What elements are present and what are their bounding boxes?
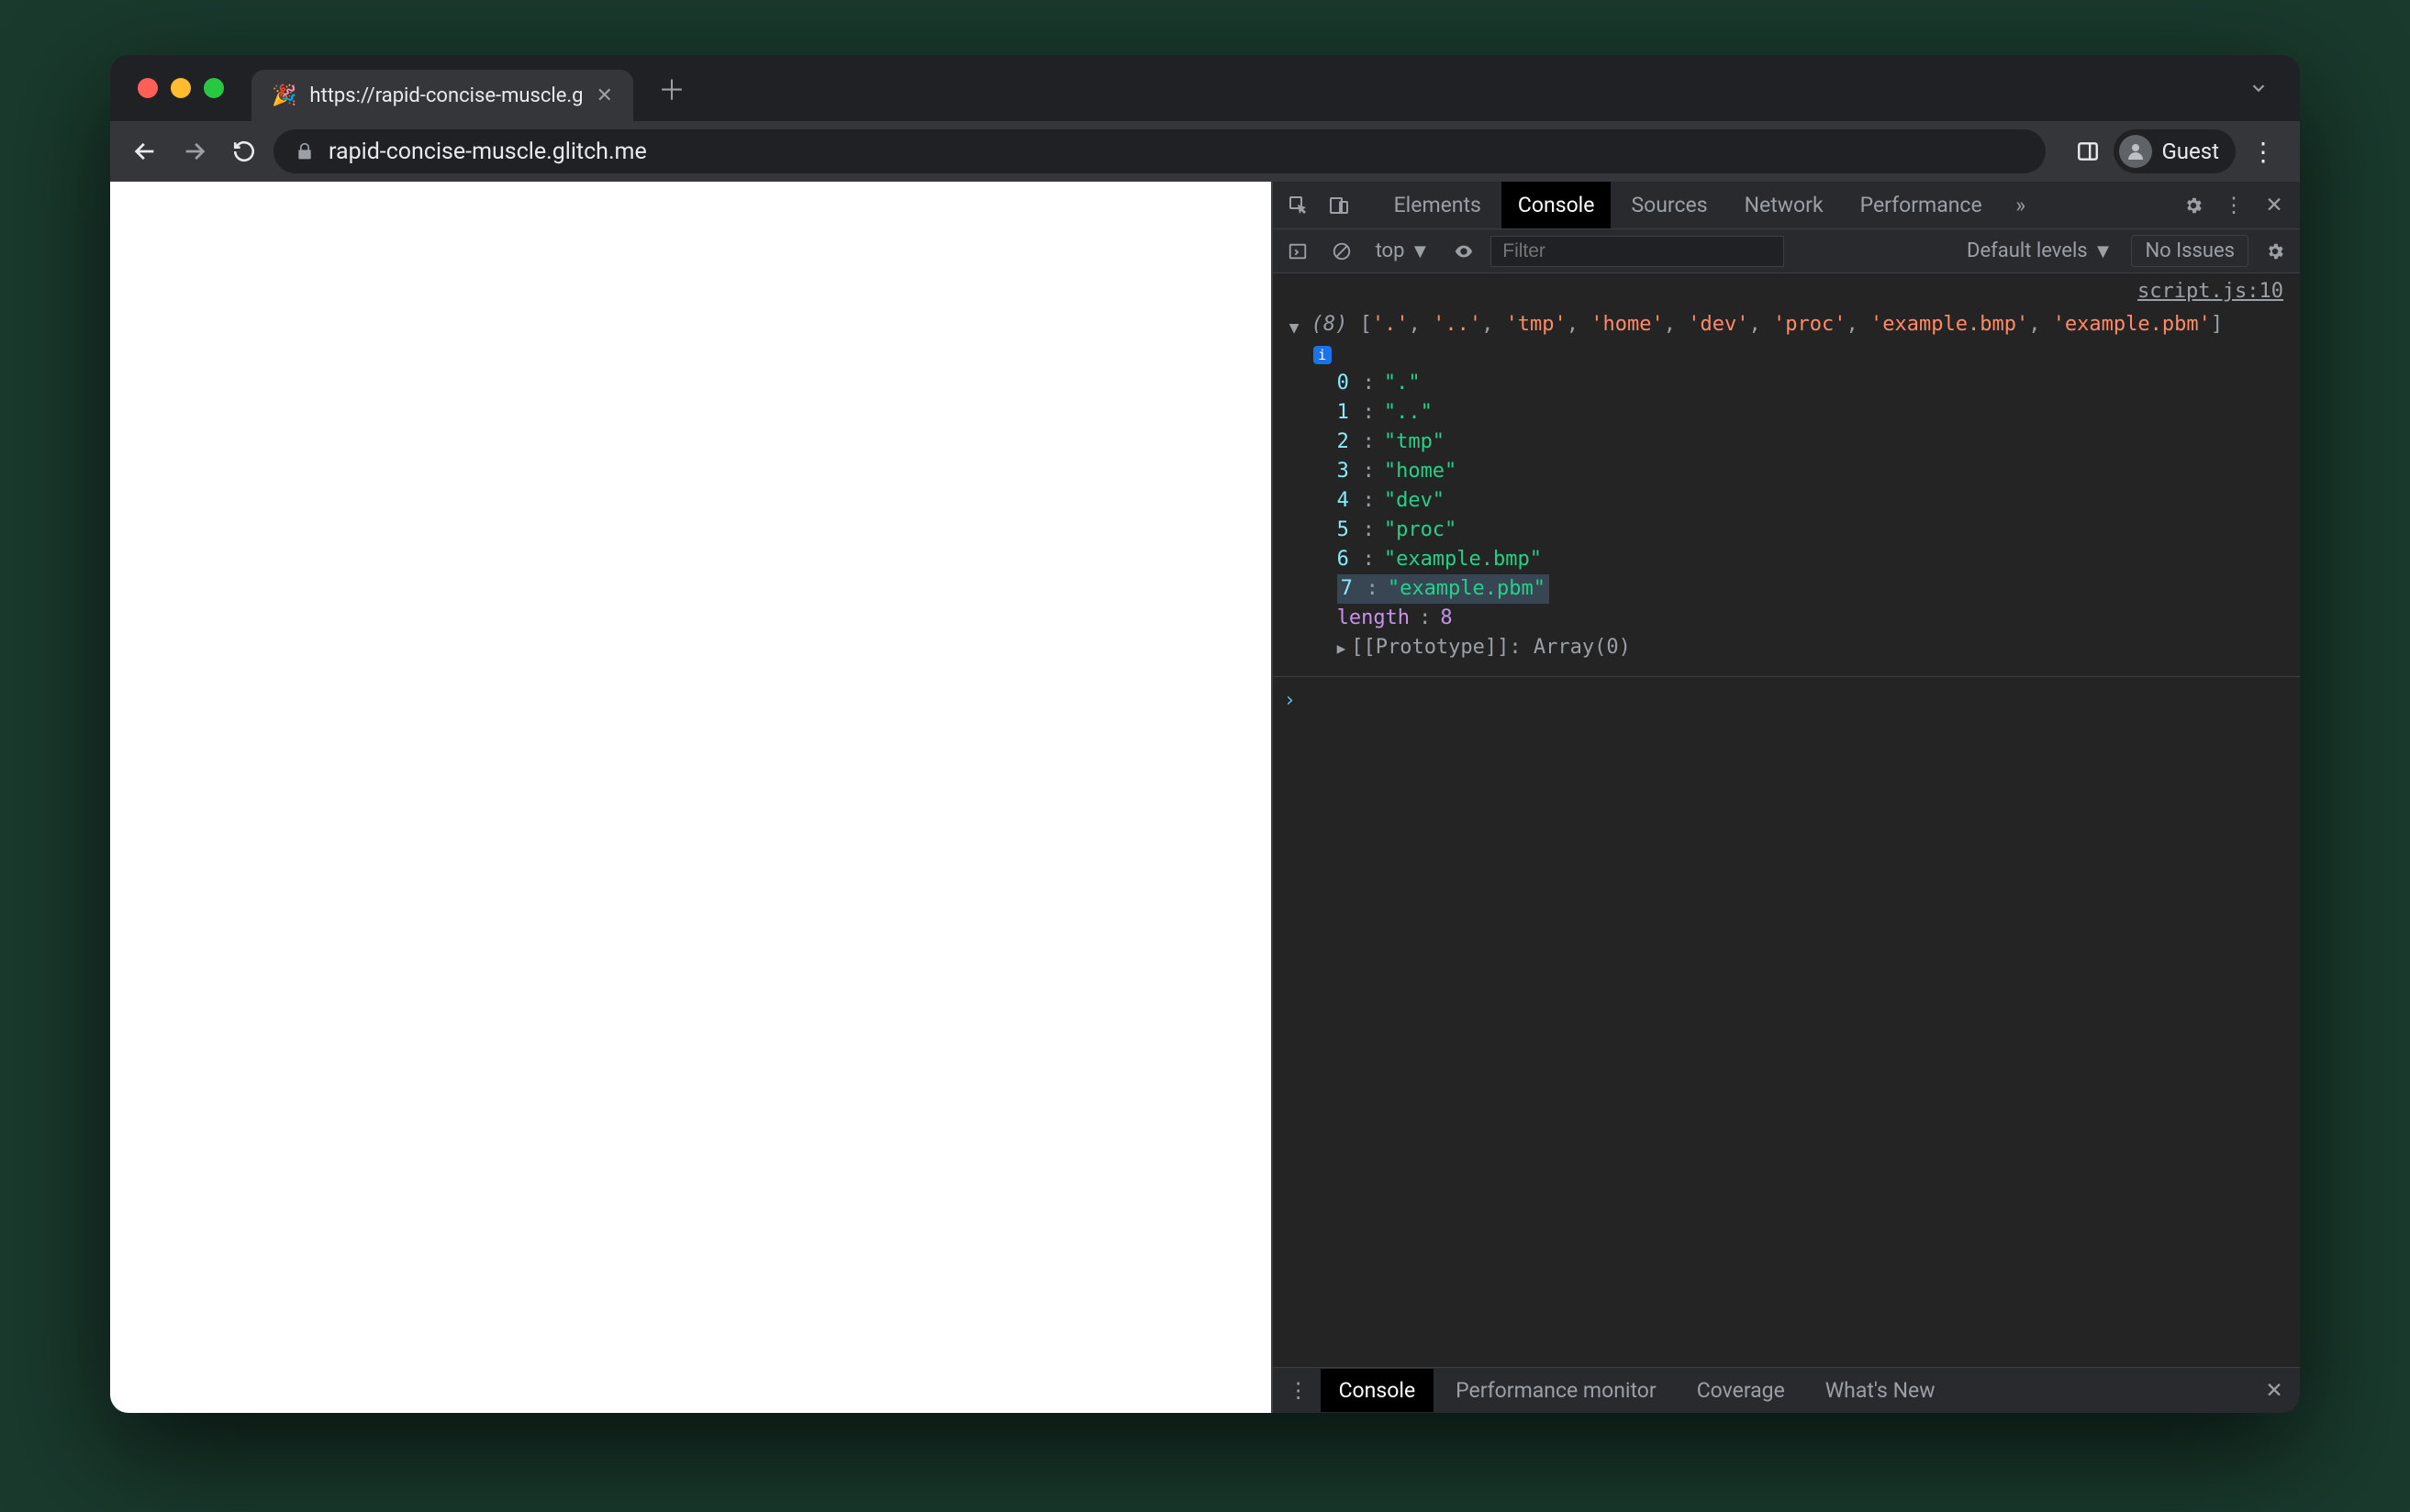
tab-favicon-icon: 🎉: [272, 84, 296, 107]
tab-strip: 🎉 https://rapid-concise-muscle.g ✕ ＋: [110, 55, 2300, 121]
issues-button[interactable]: No Issues: [2131, 235, 2248, 267]
window-controls: [138, 78, 224, 98]
array-entry[interactable]: 7: "example.pbm": [1337, 574, 1549, 604]
console-output[interactable]: script.js:10 ▼ (8) ['.', '..', 'tmp', 'h…: [1273, 273, 2300, 1367]
array-entry[interactable]: 4: "dev": [1337, 486, 2283, 516]
browser-menu-button[interactable]: ⋮: [2241, 137, 2285, 167]
profile-label: Guest: [2161, 139, 2219, 164]
length-key: length: [1337, 604, 1410, 633]
devtools-menu-button[interactable]: ⋮: [2215, 187, 2252, 224]
console-toolbar: top ▼ Default levels ▼ No Issues: [1273, 229, 2300, 273]
content-area: Elements Console Sources Network Perform…: [110, 182, 2300, 1413]
window-minimize-button[interactable]: [171, 78, 191, 98]
disclosure-triangle[interactable]: ▼: [1289, 310, 1311, 343]
console-settings-button[interactable]: [2258, 234, 2293, 269]
more-tabs-button[interactable]: »: [2003, 187, 2039, 224]
devtools-close-button[interactable]: ✕: [2256, 187, 2293, 224]
device-toolbar-button[interactable]: [1321, 187, 1357, 224]
browser-tab[interactable]: 🎉 https://rapid-concise-muscle.g ✕: [251, 70, 633, 121]
array-entry[interactable]: 0: ".": [1337, 369, 2283, 398]
chevron-down-icon: ▼: [1410, 239, 1430, 263]
context-label: top: [1376, 239, 1405, 262]
window-close-button[interactable]: [138, 78, 158, 98]
console-filter-input[interactable]: [1490, 236, 1784, 267]
drawer-tab-coverage[interactable]: Coverage: [1679, 1369, 1803, 1412]
clear-console-button[interactable]: [1324, 234, 1359, 269]
array-entry[interactable]: 6: "example.bmp": [1337, 545, 2283, 574]
disclosure-triangle-icon[interactable]: ▶: [1337, 639, 1346, 657]
devtools-drawer: ⋮ Console Performance monitor Coverage W…: [1273, 1367, 2300, 1413]
devtools-tab-performance[interactable]: Performance: [1844, 182, 1999, 228]
drawer-menu-button[interactable]: ⋮: [1280, 1373, 1317, 1409]
console-sidebar-toggle[interactable]: [1280, 234, 1315, 269]
forward-button[interactable]: [174, 131, 215, 172]
tab-close-button[interactable]: ✕: [597, 84, 613, 107]
inspect-element-button[interactable]: [1280, 187, 1317, 224]
info-badge-icon[interactable]: i: [1313, 346, 1332, 364]
browser-window: 🎉 https://rapid-concise-muscle.g ✕ ＋ rap…: [110, 55, 2300, 1413]
drawer-tab-performance-monitor[interactable]: Performance monitor: [1437, 1369, 1675, 1412]
drawer-close-button[interactable]: ✕: [2256, 1373, 2293, 1409]
drawer-tab-console[interactable]: Console: [1321, 1369, 1434, 1412]
length-value: 8: [1440, 604, 1452, 633]
profile-button[interactable]: Guest: [2114, 129, 2236, 173]
devtools-settings-button[interactable]: [2175, 187, 2212, 224]
log-levels-selector[interactable]: Default levels ▼: [1958, 239, 2122, 263]
devtools-tab-sources[interactable]: Sources: [1614, 182, 1724, 228]
address-bar[interactable]: rapid-concise-muscle.glitch.me: [273, 129, 2046, 173]
tab-title: https://rapid-concise-muscle.g: [309, 84, 583, 107]
levels-label: Default levels: [1967, 239, 2088, 262]
console-prompt[interactable]: ›: [1273, 676, 2300, 725]
array-entries: 0: "."1: ".."2: "tmp"3: "home"4: "dev"5:…: [1311, 369, 2283, 604]
reload-button[interactable]: [224, 131, 264, 172]
side-panel-button[interactable]: [2068, 131, 2108, 172]
page-viewport[interactable]: [110, 182, 1271, 1413]
live-expression-button[interactable]: [1446, 234, 1481, 269]
array-entry[interactable]: 2: "tmp": [1337, 428, 2283, 457]
lock-icon: [296, 142, 314, 161]
url-text: rapid-concise-muscle.glitch.me: [329, 139, 647, 165]
new-tab-button[interactable]: ＋: [652, 68, 692, 108]
window-maximize-button[interactable]: [204, 78, 224, 98]
array-summary[interactable]: (8) ['.', '..', 'tmp', 'home', 'dev', 'p…: [1311, 310, 2283, 339]
log-message: ▼ (8) ['.', '..', 'tmp', 'home', 'dev', …: [1273, 308, 2300, 665]
browser-toolbar: rapid-concise-muscle.glitch.me Guest ⋮: [110, 121, 2300, 182]
source-link[interactable]: script.js:10: [1273, 277, 2300, 308]
drawer-tab-whats-new[interactable]: What's New: [1807, 1369, 1954, 1412]
devtools-tab-network[interactable]: Network: [1728, 182, 1840, 228]
devtools-tabbar: Elements Console Sources Network Perform…: [1273, 182, 2300, 229]
array-entry[interactable]: 3: "home": [1337, 457, 2283, 486]
tab-search-button[interactable]: [2248, 78, 2269, 98]
array-entry[interactable]: 1: "..": [1337, 398, 2283, 428]
chevron-down-icon: ▼: [2093, 239, 2114, 263]
devtools-panel: Elements Console Sources Network Perform…: [1271, 182, 2300, 1413]
execution-context-selector[interactable]: top ▼: [1368, 239, 1438, 263]
array-entry[interactable]: 5: "proc": [1337, 516, 2283, 545]
devtools-tab-console[interactable]: Console: [1501, 182, 1612, 228]
prototype-row[interactable]: ▶[[Prototype]]: Array(0): [1337, 633, 2283, 663]
avatar-icon: [2119, 135, 2152, 168]
devtools-tab-elements[interactable]: Elements: [1378, 182, 1498, 228]
back-button[interactable]: [125, 131, 165, 172]
prompt-chevron-icon: ›: [1284, 686, 1296, 716]
